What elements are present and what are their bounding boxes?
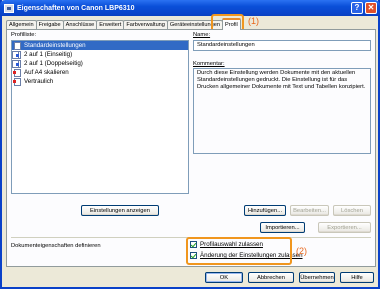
comment-field[interactable]: Durch diese Einstellung werden Dokumente… <box>193 68 371 154</box>
close-button[interactable]: ✕ <box>365 2 377 14</box>
cancel-button[interactable]: Abbrechen <box>248 272 294 283</box>
export-button[interactable]: Exportieren... <box>318 222 371 233</box>
printer-icon <box>4 3 14 13</box>
help-button[interactable]: Hilfe <box>340 272 374 283</box>
window-title: Eigenschaften von Canon LBP6310 <box>17 4 135 12</box>
import-button[interactable]: Importieren... <box>260 222 305 233</box>
profile-list-label: Profilliste: <box>11 32 37 38</box>
scale-a4-icon <box>13 68 21 77</box>
name-field[interactable]: Standardeinstellungen <box>193 40 371 51</box>
list-item[interactable]: Standardeinstellungen <box>12 41 188 50</box>
name-label: Name: <box>193 32 211 38</box>
title-bar[interactable]: Eigenschaften von Canon LBP6310 ? ✕ <box>0 0 380 16</box>
ok-button[interactable]: OK <box>205 272 243 283</box>
apply-button[interactable]: Übernehmen <box>299 272 335 283</box>
list-item[interactable]: 2 auf 1 (Einseitig) <box>12 50 188 59</box>
tab-profil[interactable]: Profil <box>221 18 241 30</box>
show-settings-button[interactable]: Einstellungen anzeigen <box>81 205 159 216</box>
list-item[interactable]: Vertraulich <box>12 77 188 86</box>
add-button[interactable]: Hinzufügen... <box>244 205 286 216</box>
delete-button[interactable]: Löschen <box>333 205 371 216</box>
printer-properties-window: Eigenschaften von Canon LBP6310 ? ✕ Allg… <box>0 0 380 289</box>
help-title-button[interactable]: ? <box>351 2 363 14</box>
profile-panel: Profilliste: Standardeinstellungen 2 auf… <box>6 29 376 267</box>
edit-button[interactable]: Bearbeiten... <box>290 205 329 216</box>
checkbox-group-highlight <box>186 237 292 265</box>
list-item[interactable]: Auf A4 skalieren <box>12 68 188 77</box>
callout-1: (1) <box>248 16 259 26</box>
document-icon <box>14 41 21 50</box>
two-pages-icon <box>12 50 21 59</box>
comment-label: Kommentar: <box>193 61 225 67</box>
two-pages-duplex-icon <box>12 59 21 68</box>
profile-listbox[interactable]: Standardeinstellungen 2 auf 1 (Einseitig… <box>11 40 189 194</box>
confidential-icon <box>13 77 21 86</box>
list-item[interactable]: 2 auf 1 (Doppelseitig) <box>12 59 188 68</box>
callout-2: (2) <box>296 246 307 256</box>
doc-props-label: Dokumenteigenschaften definieren <box>11 243 101 249</box>
